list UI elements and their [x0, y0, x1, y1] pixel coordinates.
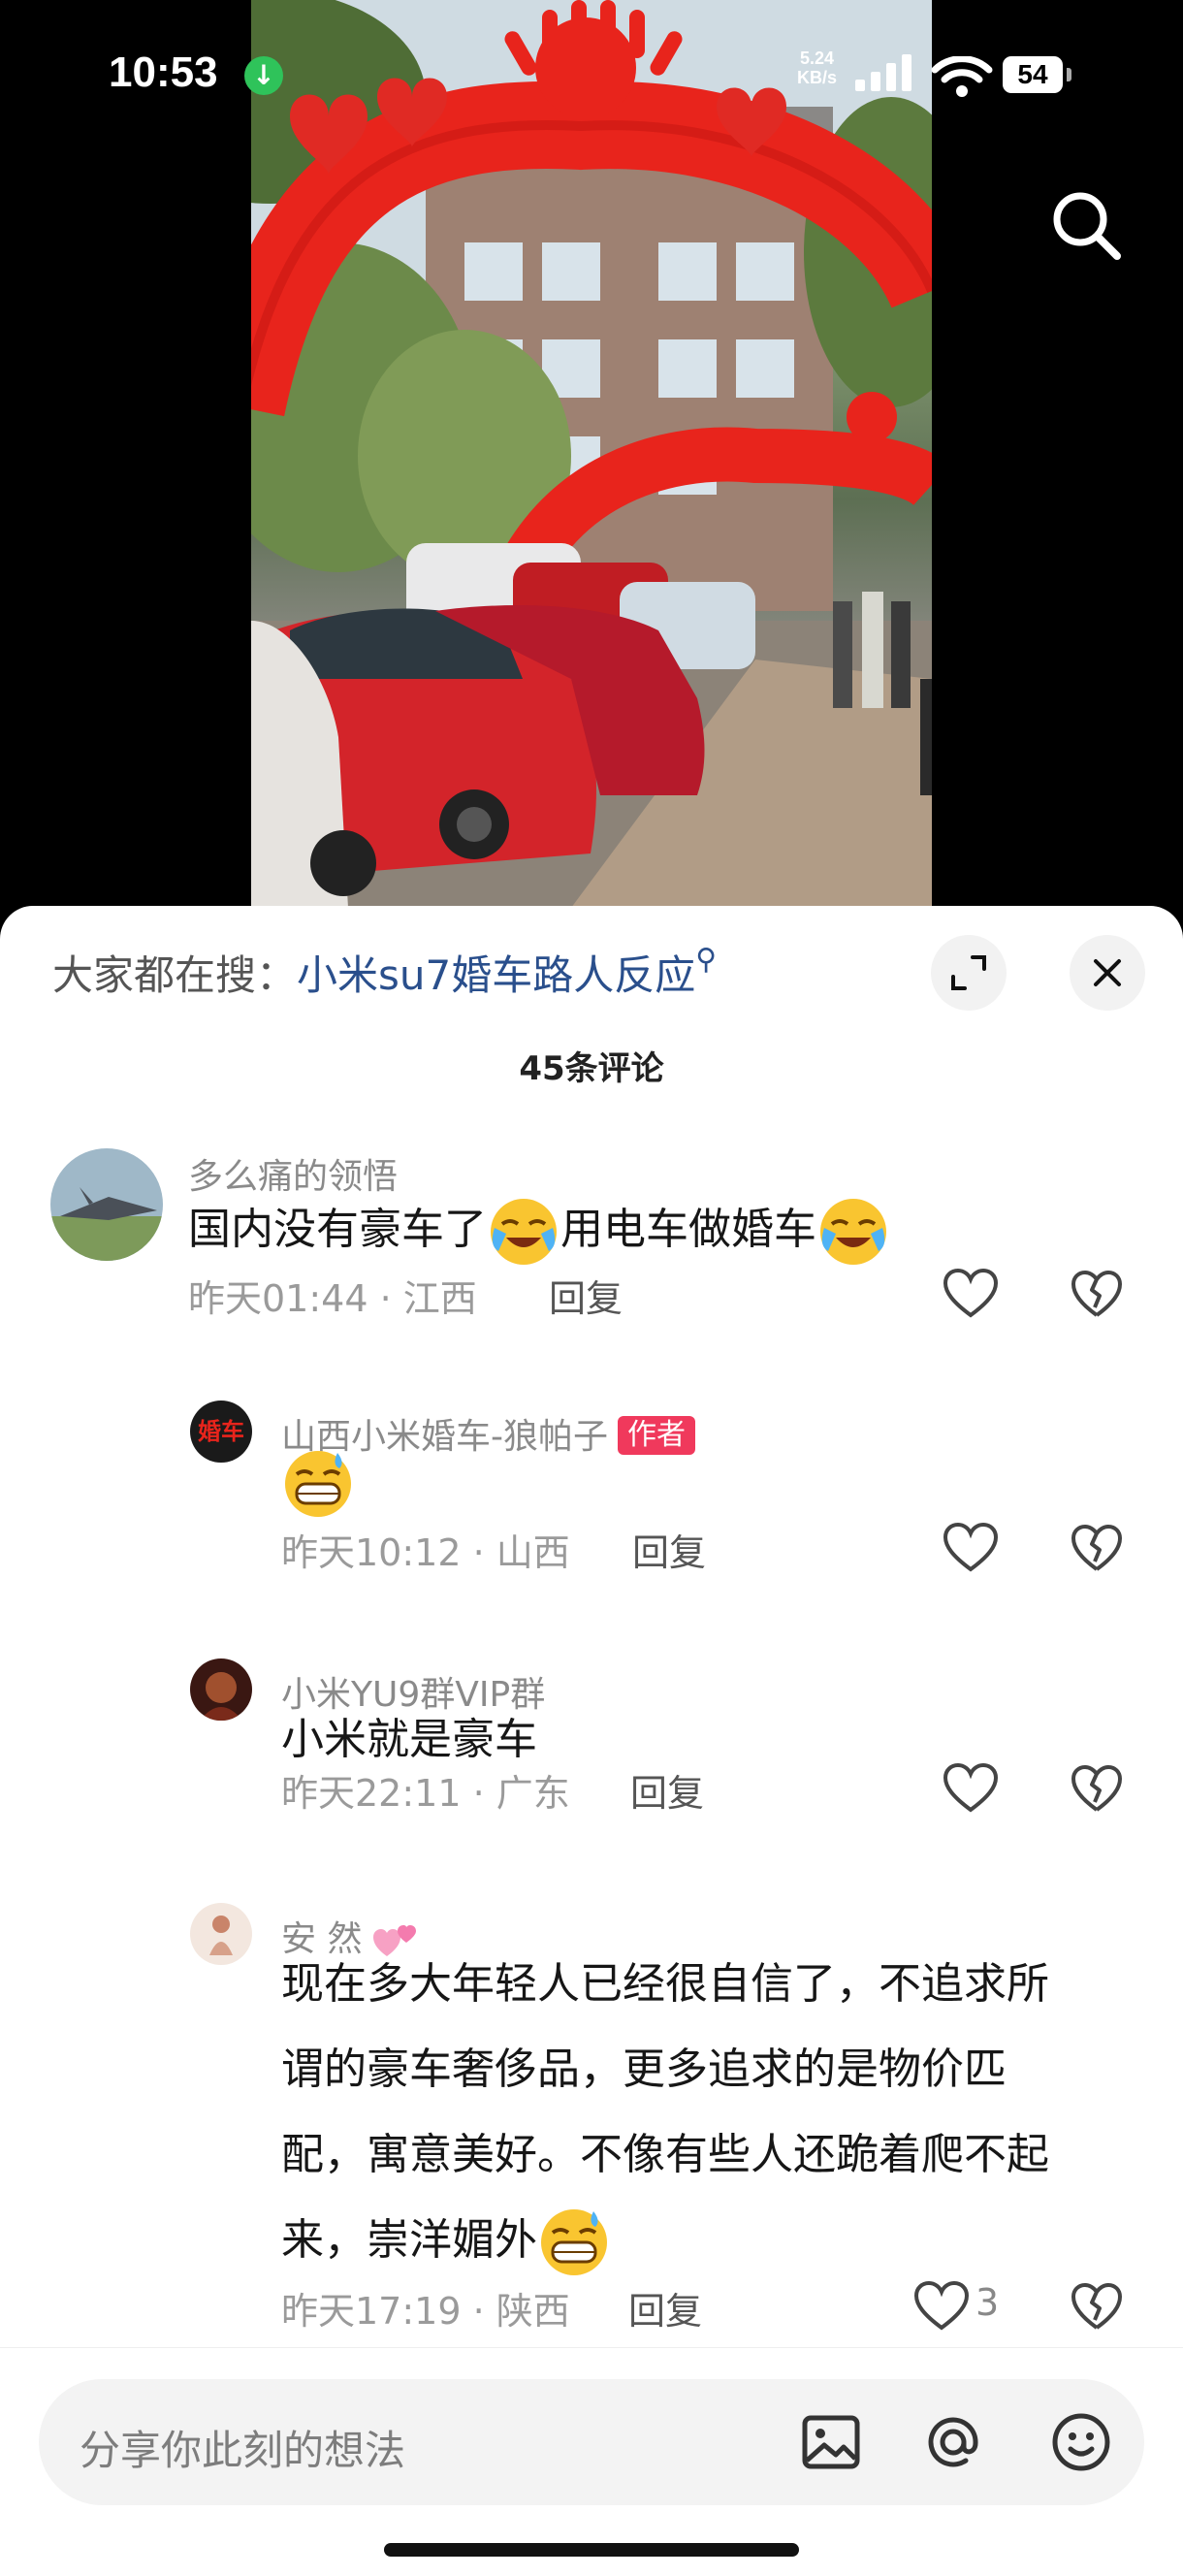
- close-button[interactable]: [1070, 935, 1145, 1011]
- dislike-broken-heart-icon[interactable]: [1071, 1271, 1123, 1319]
- reply-button[interactable]: 回复: [630, 1763, 704, 1817]
- network-speed: 5.24 KB/s: [797, 48, 837, 87]
- emoji-picker-icon[interactable]: [1047, 2408, 1115, 2476]
- author-badge: 作者: [618, 1416, 695, 1455]
- comment-input-placeholder: 分享你此刻的想法: [80, 2427, 406, 2474]
- comment-text-line: 谓的豪车奢侈品，更多追求的是物价匹: [281, 2045, 1007, 2094]
- comment-meta: 昨天01:44 · 江西: [188, 1277, 477, 1320]
- cellular-signal-icon: [855, 54, 911, 91]
- status-time: 10:53: [109, 48, 218, 96]
- comment-text-part: 国内没有豪车了: [188, 1205, 487, 1254]
- comment-meta: 昨天22:11 · 广东: [281, 1772, 570, 1815]
- expand-icon: [951, 955, 986, 990]
- like-count: 3: [975, 2281, 1000, 2324]
- comment-text: [281, 1439, 355, 1525]
- search-icon[interactable]: [1047, 186, 1125, 264]
- comment-text-line: 配，寓意美好。不像有些人还跪着爬不起: [281, 2130, 1049, 2179]
- comment-count: 45条评论: [519, 1049, 664, 1088]
- reply-button[interactable]: 回复: [632, 1523, 706, 1576]
- mention-at-icon[interactable]: [919, 2408, 987, 2476]
- network-speed-value: 5.24: [799, 48, 835, 68]
- comment-input[interactable]: 分享你此刻的想法: [39, 2379, 1144, 2505]
- avatar-text: 婚车: [198, 1418, 244, 1445]
- comment-text: 现在多大年轻人已经很自信了，不追求所 谓的豪车奢侈品，更多追求的是物价匹 配，寓…: [281, 1942, 1135, 2283]
- comment-text-part: 用电车做婚车: [560, 1205, 816, 1254]
- comment-text-line: 现在多大年轻人已经很自信了，不追求所: [281, 1959, 1049, 2009]
- network-speed-unit: KB/s: [797, 68, 838, 87]
- avatar[interactable]: 婚车: [190, 1401, 252, 1463]
- comment-text: 国内没有豪车了 用电车做婚车: [188, 1187, 890, 1272]
- video-player[interactable]: [251, 0, 932, 908]
- like-heart-icon[interactable]: [913, 2281, 970, 2332]
- avatar[interactable]: [190, 1903, 252, 1965]
- grinning-sweat-emoji-icon: [541, 2209, 607, 2275]
- dislike-broken-heart-icon[interactable]: [1071, 2283, 1123, 2332]
- image-picker-icon[interactable]: [797, 2408, 865, 2476]
- trending-search-keyword[interactable]: 小米su7婚车路人反应: [297, 951, 695, 999]
- battery-tip: [1067, 68, 1071, 81]
- comment-text-line: 来，崇洋媚外: [281, 2198, 1135, 2283]
- screen: 10:53 ↓ 5.24 KB/s 54 大家都在搜：小米su7婚车路人反应⚲: [0, 0, 1183, 2576]
- comment-input-bar: 分享你此刻的想法: [0, 2347, 1183, 2576]
- close-icon: [1094, 959, 1121, 986]
- small-search-icon: ⚲: [695, 943, 718, 977]
- expand-button[interactable]: [931, 935, 1007, 1011]
- like-heart-icon[interactable]: [943, 1269, 999, 1319]
- comment-panel: 大家都在搜：小米su7婚车路人反应⚲ 45条评论 多么痛的领悟 国内没有豪车了 …: [0, 906, 1183, 2576]
- reply-button[interactable]: 回复: [549, 1269, 623, 1322]
- comment-meta: 昨天10:12 · 山西: [281, 1531, 570, 1574]
- like-heart-icon[interactable]: [943, 1523, 999, 1573]
- download-arrow-icon: ↓: [244, 56, 283, 95]
- dislike-broken-heart-icon[interactable]: [1071, 1765, 1123, 1814]
- crying-laughing-emoji-icon: [820, 1199, 886, 1265]
- comment-text-part: 来，崇洋媚外: [281, 2215, 537, 2265]
- video-frame-illustration: [251, 0, 932, 908]
- reply-button[interactable]: 回复: [628, 2281, 702, 2334]
- home-indicator[interactable]: [384, 2543, 799, 2557]
- wifi-icon: [931, 56, 993, 97]
- comment-meta: 昨天17:19 · 陕西: [281, 2290, 570, 2333]
- battery-indicator: 54: [1003, 56, 1063, 93]
- crying-laughing-emoji-icon: [491, 1199, 557, 1265]
- like-heart-icon[interactable]: [943, 1763, 999, 1814]
- trending-search[interactable]: 大家都在搜：小米su7婚车路人反应⚲: [52, 943, 717, 1002]
- avatar[interactable]: [50, 1148, 163, 1261]
- avatar[interactable]: [190, 1658, 252, 1721]
- dislike-broken-heart-icon[interactable]: [1071, 1525, 1123, 1573]
- grinning-sweat-emoji-icon: [285, 1451, 351, 1517]
- trending-search-prefix: 大家都在搜：: [52, 951, 298, 999]
